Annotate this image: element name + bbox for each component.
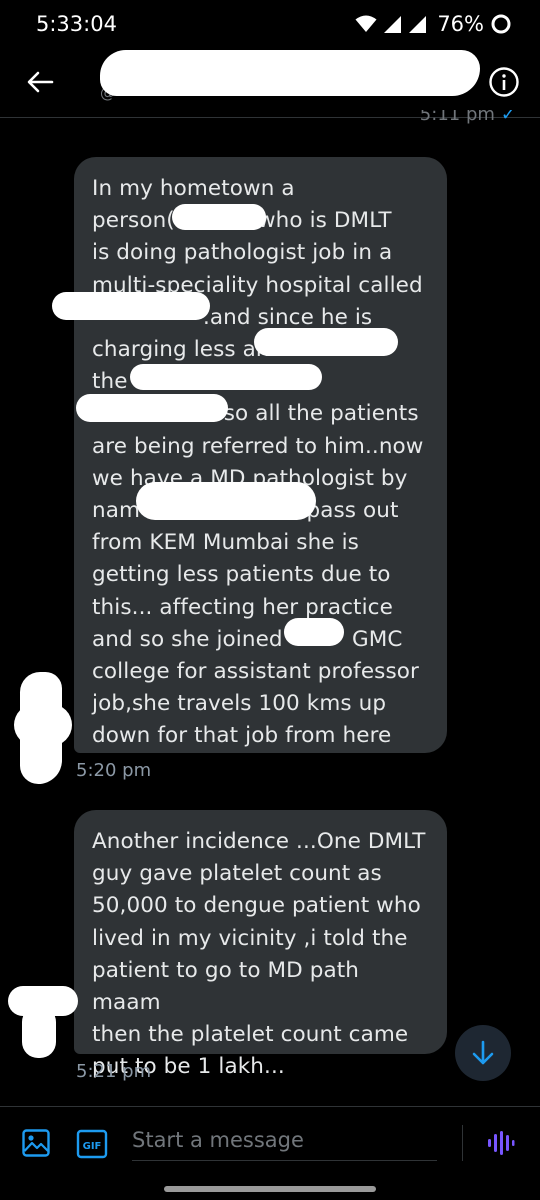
- gif-icon: GIF: [76, 1129, 108, 1159]
- message-line: patient to go to MD path maam: [92, 957, 360, 1016]
- home-indicator[interactable]: [164, 1186, 376, 1192]
- redacted-user-name: [100, 50, 480, 96]
- message-bubble[interactable]: Another incidence ...One DMLT guy gave p…: [74, 810, 447, 1079]
- previous-message-time: 5:11 pm ✓: [420, 110, 516, 126]
- voice-message-button[interactable]: [484, 1127, 516, 1159]
- composer-divider: [462, 1125, 463, 1161]
- redaction-mark: [52, 292, 210, 320]
- message-time: 5:21 pm: [76, 1061, 152, 1082]
- message-line: from KEM Mumbai she is: [92, 530, 359, 556]
- redaction-mark: [136, 482, 316, 520]
- redacted-avatar: [14, 704, 72, 746]
- message-line: Another incidence ...One DMLT: [92, 829, 426, 854]
- gif-label: GIF: [83, 1141, 102, 1152]
- info-button[interactable]: [486, 64, 522, 100]
- message-line: 50,000 to dengue patient who: [92, 893, 421, 919]
- info-icon: [489, 67, 519, 97]
- message-line: and so she joined GMC: [92, 626, 403, 652]
- message-time: 5:20 pm: [76, 760, 152, 781]
- battery-icon: [491, 14, 511, 34]
- voice-waveform-icon: [488, 1131, 515, 1155]
- message-line: is doing pathologist job in a: [92, 240, 393, 266]
- image-icon: [22, 1129, 50, 1157]
- status-time: 5:33:04: [36, 12, 117, 36]
- add-image-button[interactable]: [20, 1127, 52, 1159]
- redaction-mark: [254, 328, 398, 356]
- battery-percent: 76%: [437, 12, 484, 36]
- message-bubble[interactable]: In my hometown a person( who is DMLT is …: [74, 157, 447, 753]
- message-line: lived in my vicinity ,i told the: [92, 925, 408, 951]
- gif-button[interactable]: GIF: [76, 1129, 108, 1159]
- message-line: guy gave platelet count as: [92, 861, 382, 887]
- read-check-icon: ✓: [500, 110, 516, 125]
- redaction-mark: [130, 364, 322, 390]
- redaction-mark: [284, 618, 344, 646]
- message-line: job,she travels 100 kms up: [92, 691, 387, 717]
- signal-icon: [384, 15, 402, 33]
- status-bar: 5:33:04 76%: [0, 0, 540, 48]
- message-input[interactable]: [132, 1119, 437, 1161]
- conversation-header: @: [0, 48, 540, 118]
- message-line: college for assistant professor: [92, 659, 419, 685]
- signal-icon-2: [409, 15, 427, 33]
- message-line: down for that job from here: [92, 723, 392, 749]
- message-line: then the platelet count came: [92, 1022, 409, 1048]
- wifi-icon: [355, 15, 377, 32]
- status-icons: 76%: [355, 12, 512, 36]
- message-line: are being referred to him..now: [92, 433, 424, 459]
- message-line: this... affecting her practice: [92, 594, 393, 620]
- message-line: getting less patients due to: [92, 562, 391, 588]
- back-button[interactable]: [22, 64, 58, 100]
- redaction-mark: [172, 204, 266, 230]
- scroll-to-bottom-button[interactable]: [455, 1025, 511, 1081]
- message-line: In my hometown a: [92, 176, 295, 201]
- redaction-mark: [76, 394, 228, 422]
- redacted-avatar: [22, 1006, 56, 1058]
- arrow-down-icon: [472, 1040, 494, 1065]
- arrow-left-icon: [27, 71, 54, 93]
